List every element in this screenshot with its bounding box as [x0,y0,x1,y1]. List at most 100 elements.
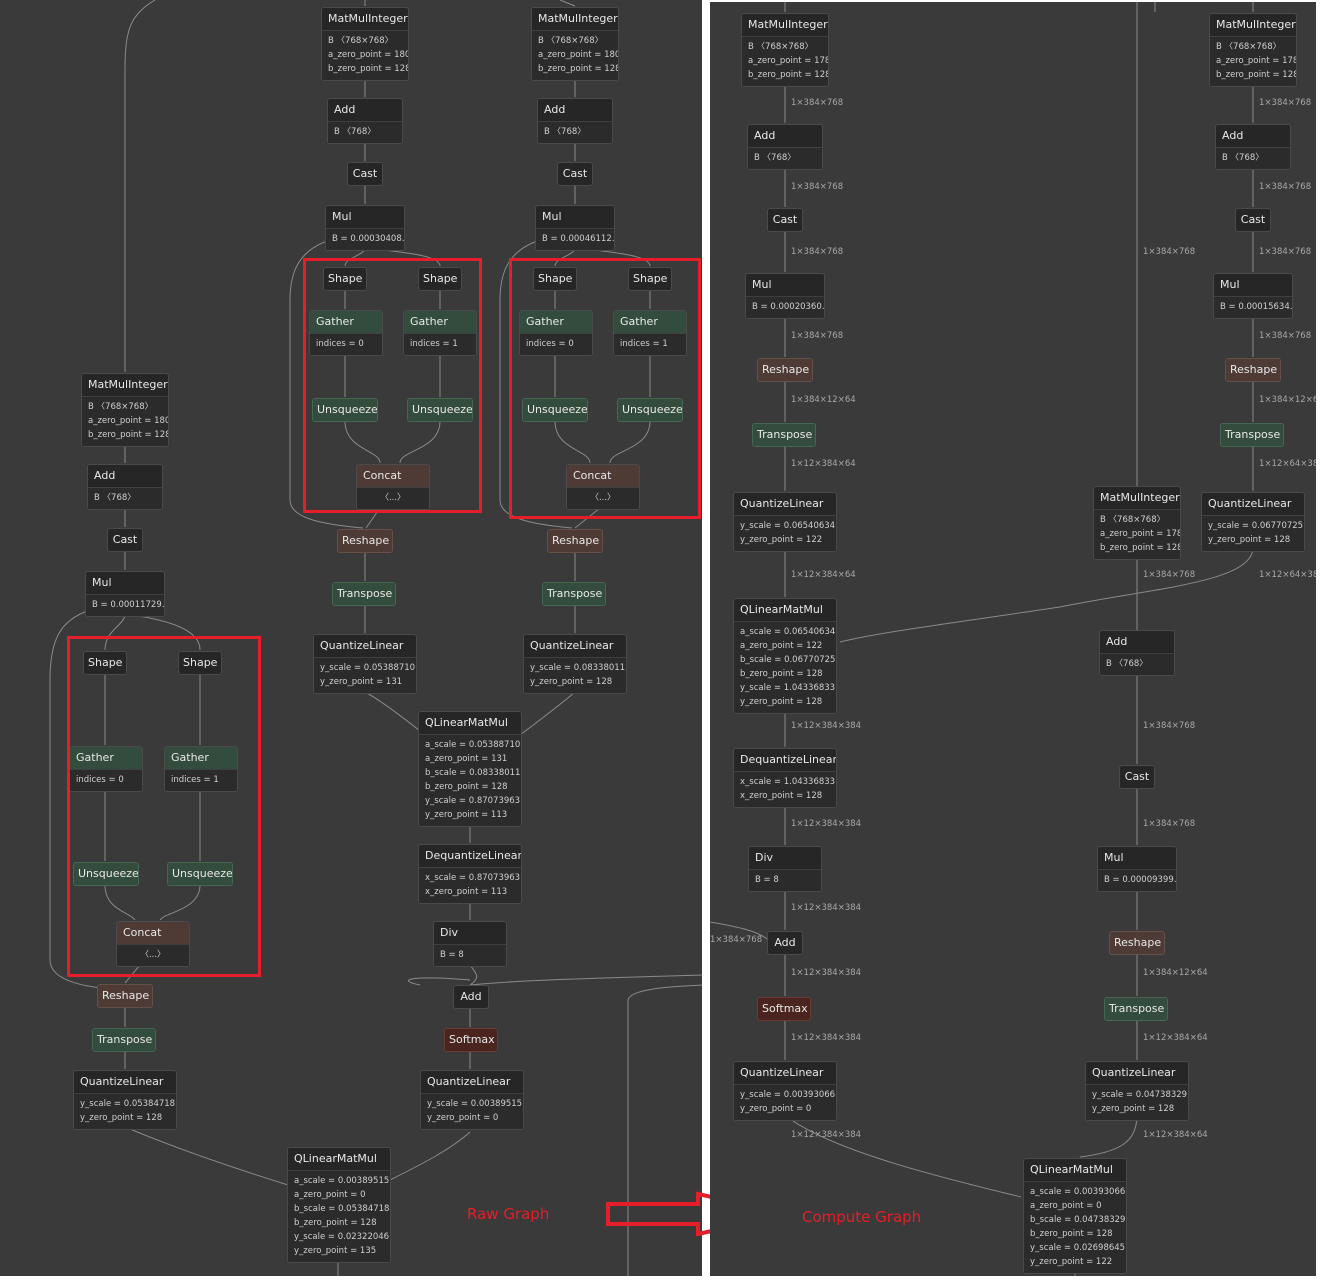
compute-node-qlinearmatmul-2[interactable]: QLinearMatMul a_scale = 0.00393066… a_ze… [1023,1158,1127,1274]
node-attr: B 〈768×768〉 [748,42,814,52]
compute-node-matmulinteger-a[interactable]: MatMulInteger B 〈768×768〉 a_zero_point =… [741,13,829,87]
compute-node-matmulinteger-c[interactable]: MatMulInteger B 〈768×768〉 a_zero_point =… [1093,486,1181,560]
raw-node-dequantizelinear[interactable]: DequantizeLinear x_scale = 0.87073963… x… [418,844,522,904]
node-attr: B 〈768〉 [754,153,796,163]
tensor-shape-label: 1×384×768 [1143,721,1196,731]
compute-node-cast-a[interactable]: Cast [767,208,803,232]
compute-node-quantizelinear-a[interactable]: QuantizeLinear y_scale = 0.06540634… y_z… [733,492,837,552]
raw-node-qlinearmatmul-qk[interactable]: QLinearMatMul a_scale = 0.05388710… a_ze… [418,711,522,827]
node-attr: B 〈768〉 [94,493,136,503]
tensor-shape-label: 1×384×768 [791,98,844,108]
node-attr: B 〈768×768〉 [328,36,394,46]
raw-node-quantizelinear-k[interactable]: QuantizeLinear y_scale = 0.08338011… y_z… [523,634,627,694]
raw-node-cast-q[interactable]: Cast [347,162,383,186]
node-op-label: Cast [772,213,798,226]
compute-node-quantizelinear-c[interactable]: QuantizeLinear y_scale = 0.04738329… y_z… [1085,1061,1189,1121]
compute-node-add-mask[interactable]: Add [767,931,803,955]
raw-node-reshape-v[interactable]: Reshape [97,984,153,1008]
node-op-label: Div [755,851,774,864]
raw-node-softmax[interactable]: Softmax [444,1028,498,1052]
node-attr: a_zero_point = 180 [88,416,169,426]
raw-node-reshape-k[interactable]: Reshape [547,529,603,553]
node-op-label: QLinearMatMul [294,1152,377,1165]
compute-node-div[interactable]: Div B = 8 [748,846,822,892]
compute-node-quantizelinear-softmax[interactable]: QuantizeLinear y_scale = 0.00393066… y_z… [733,1061,837,1121]
raw-node-cast-k[interactable]: Cast [557,162,593,186]
node-op-label: Transpose [93,1029,155,1051]
node-attr: B 〈768×768〉 [1216,42,1282,52]
raw-node-quantizelinear-q[interactable]: QuantizeLinear y_scale = 0.05388710… y_z… [313,634,417,694]
raw-node-cast-v[interactable]: Cast [107,528,143,552]
raw-node-add-v[interactable]: Add B 〈768〉 [87,464,163,510]
node-attr: y_zero_point = 131 [320,677,403,687]
raw-node-div[interactable]: Div B = 8 [433,921,507,967]
compute-node-mul-a[interactable]: Mul B = 0.00020360… [745,273,825,319]
node-attr: y_zero_point = 128 [740,697,823,707]
tensor-shape-label: 1×12×384×64 [1143,1033,1208,1043]
compute-node-dequantizelinear[interactable]: DequantizeLinear x_scale = 1.04336833… x… [733,748,837,808]
node-op-label: Add [334,103,356,116]
node-op-label: Reshape [1226,359,1280,381]
compute-node-cast-c[interactable]: Cast [1119,765,1155,789]
node-op-label: DequantizeLinear [425,849,522,862]
node-attr: B = 0.00009399… [1104,875,1177,885]
raw-node-qlinearmatmul-av[interactable]: QLinearMatMul a_scale = 0.00389515… a_ze… [287,1147,391,1263]
compute-node-qlinearmatmul-1[interactable]: QLinearMatMul a_scale = 0.06540634… a_ze… [733,598,837,714]
raw-node-reshape-q[interactable]: Reshape [337,529,393,553]
node-attr: y_zero_point = 135 [294,1246,377,1256]
compute-node-mul-b[interactable]: Mul B = 0.00015634… [1213,273,1293,319]
node-op-label: Transpose [1221,424,1283,446]
tensor-shape-label: 1×12×384×384 [791,968,862,978]
node-attr: y_zero_point = 128 [1208,535,1291,545]
node-op-label: Mul [332,210,352,223]
compute-node-add-c[interactable]: Add B 〈768〉 [1099,630,1175,676]
compute-node-quantizelinear-b[interactable]: QuantizeLinear y_scale = 0.06770725… y_z… [1201,492,1305,552]
raw-node-matmulinteger-v[interactable]: MatMulInteger B 〈768×768〉 a_zero_point =… [81,373,169,447]
raw-node-matmulinteger-k[interactable]: MatMulInteger B 〈768×768〉 a_zero_point =… [531,7,619,81]
raw-node-add-k[interactable]: Add B 〈768〉 [537,98,613,144]
raw-node-quantizelinear-softmax[interactable]: QuantizeLinear y_scale = 0.00389515… y_z… [420,1070,524,1130]
compute-node-reshape-a[interactable]: Reshape [757,358,813,382]
raw-node-transpose-v[interactable]: Transpose [92,1028,156,1052]
tensor-shape-label: 1×12×384×64 [791,459,856,469]
raw-node-add-mask[interactable]: Add [453,985,489,1009]
compute-node-matmulinteger-b[interactable]: MatMulInteger B 〈768×768〉 a_zero_point =… [1209,13,1297,87]
node-op-label: MatMulInteger [328,12,408,25]
raw-node-quantizelinear-v[interactable]: QuantizeLinear y_scale = 0.05384718… y_z… [73,1070,177,1130]
node-attr: b_scale = 0.05384718… [294,1204,391,1214]
node-op-label: MatMulInteger [748,18,828,31]
raw-node-matmulinteger-q[interactable]: MatMulInteger B 〈768×768〉 a_zero_point =… [321,7,409,81]
tensor-shape-label: 1×384×768 [1143,247,1196,257]
node-attr: y_zero_point = 122 [740,535,823,545]
raw-node-transpose-k[interactable]: Transpose [542,582,606,606]
raw-node-add-q[interactable]: Add B 〈768〉 [327,98,403,144]
raw-node-mul-v[interactable]: Mul B = 0.00011729… [85,571,165,617]
compute-node-reshape-c[interactable]: Reshape [1109,931,1165,955]
node-op-label: Add [1222,129,1244,142]
node-op-label: Add [1106,635,1128,648]
compute-node-reshape-b[interactable]: Reshape [1225,358,1281,382]
compute-node-add-b[interactable]: Add B 〈768〉 [1215,124,1291,170]
node-op-label: Transpose [753,424,815,446]
compute-node-add-a[interactable]: Add B 〈768〉 [747,124,823,170]
compute-node-transpose-b[interactable]: Transpose [1220,423,1284,447]
compute-node-transpose-a[interactable]: Transpose [752,423,816,447]
compute-node-transpose-c[interactable]: Transpose [1104,997,1168,1021]
node-op-label: Div [440,926,459,939]
node-attr: a_scale = 0.00393066… [1030,1187,1127,1197]
node-op-label: Softmax [449,1033,495,1046]
compute-node-softmax[interactable]: Softmax [757,997,811,1021]
tensor-shape-label: 1×384×768 [1143,819,1196,829]
compute-node-cast-b[interactable]: Cast [1235,208,1271,232]
node-attr: B = 0.00011729… [92,600,165,610]
node-op-label: DequantizeLinear [740,753,837,766]
raw-node-mul-q[interactable]: Mul B = 0.00030408… [325,205,405,251]
raw-node-transpose-q[interactable]: Transpose [332,582,396,606]
raw-node-mul-k[interactable]: Mul B = 0.00046112… [535,205,615,251]
node-attr: y_scale = 0.08338011… [530,663,627,673]
node-op-label: QuantizeLinear [80,1075,164,1088]
node-attr: B = 0.00030408… [332,234,405,244]
compute-node-mul-c[interactable]: Mul B = 0.00009399… [1097,846,1177,892]
node-attr: a_scale = 0.06540634… [740,627,837,637]
node-attr: y_scale = 0.06770725… [1208,521,1305,531]
